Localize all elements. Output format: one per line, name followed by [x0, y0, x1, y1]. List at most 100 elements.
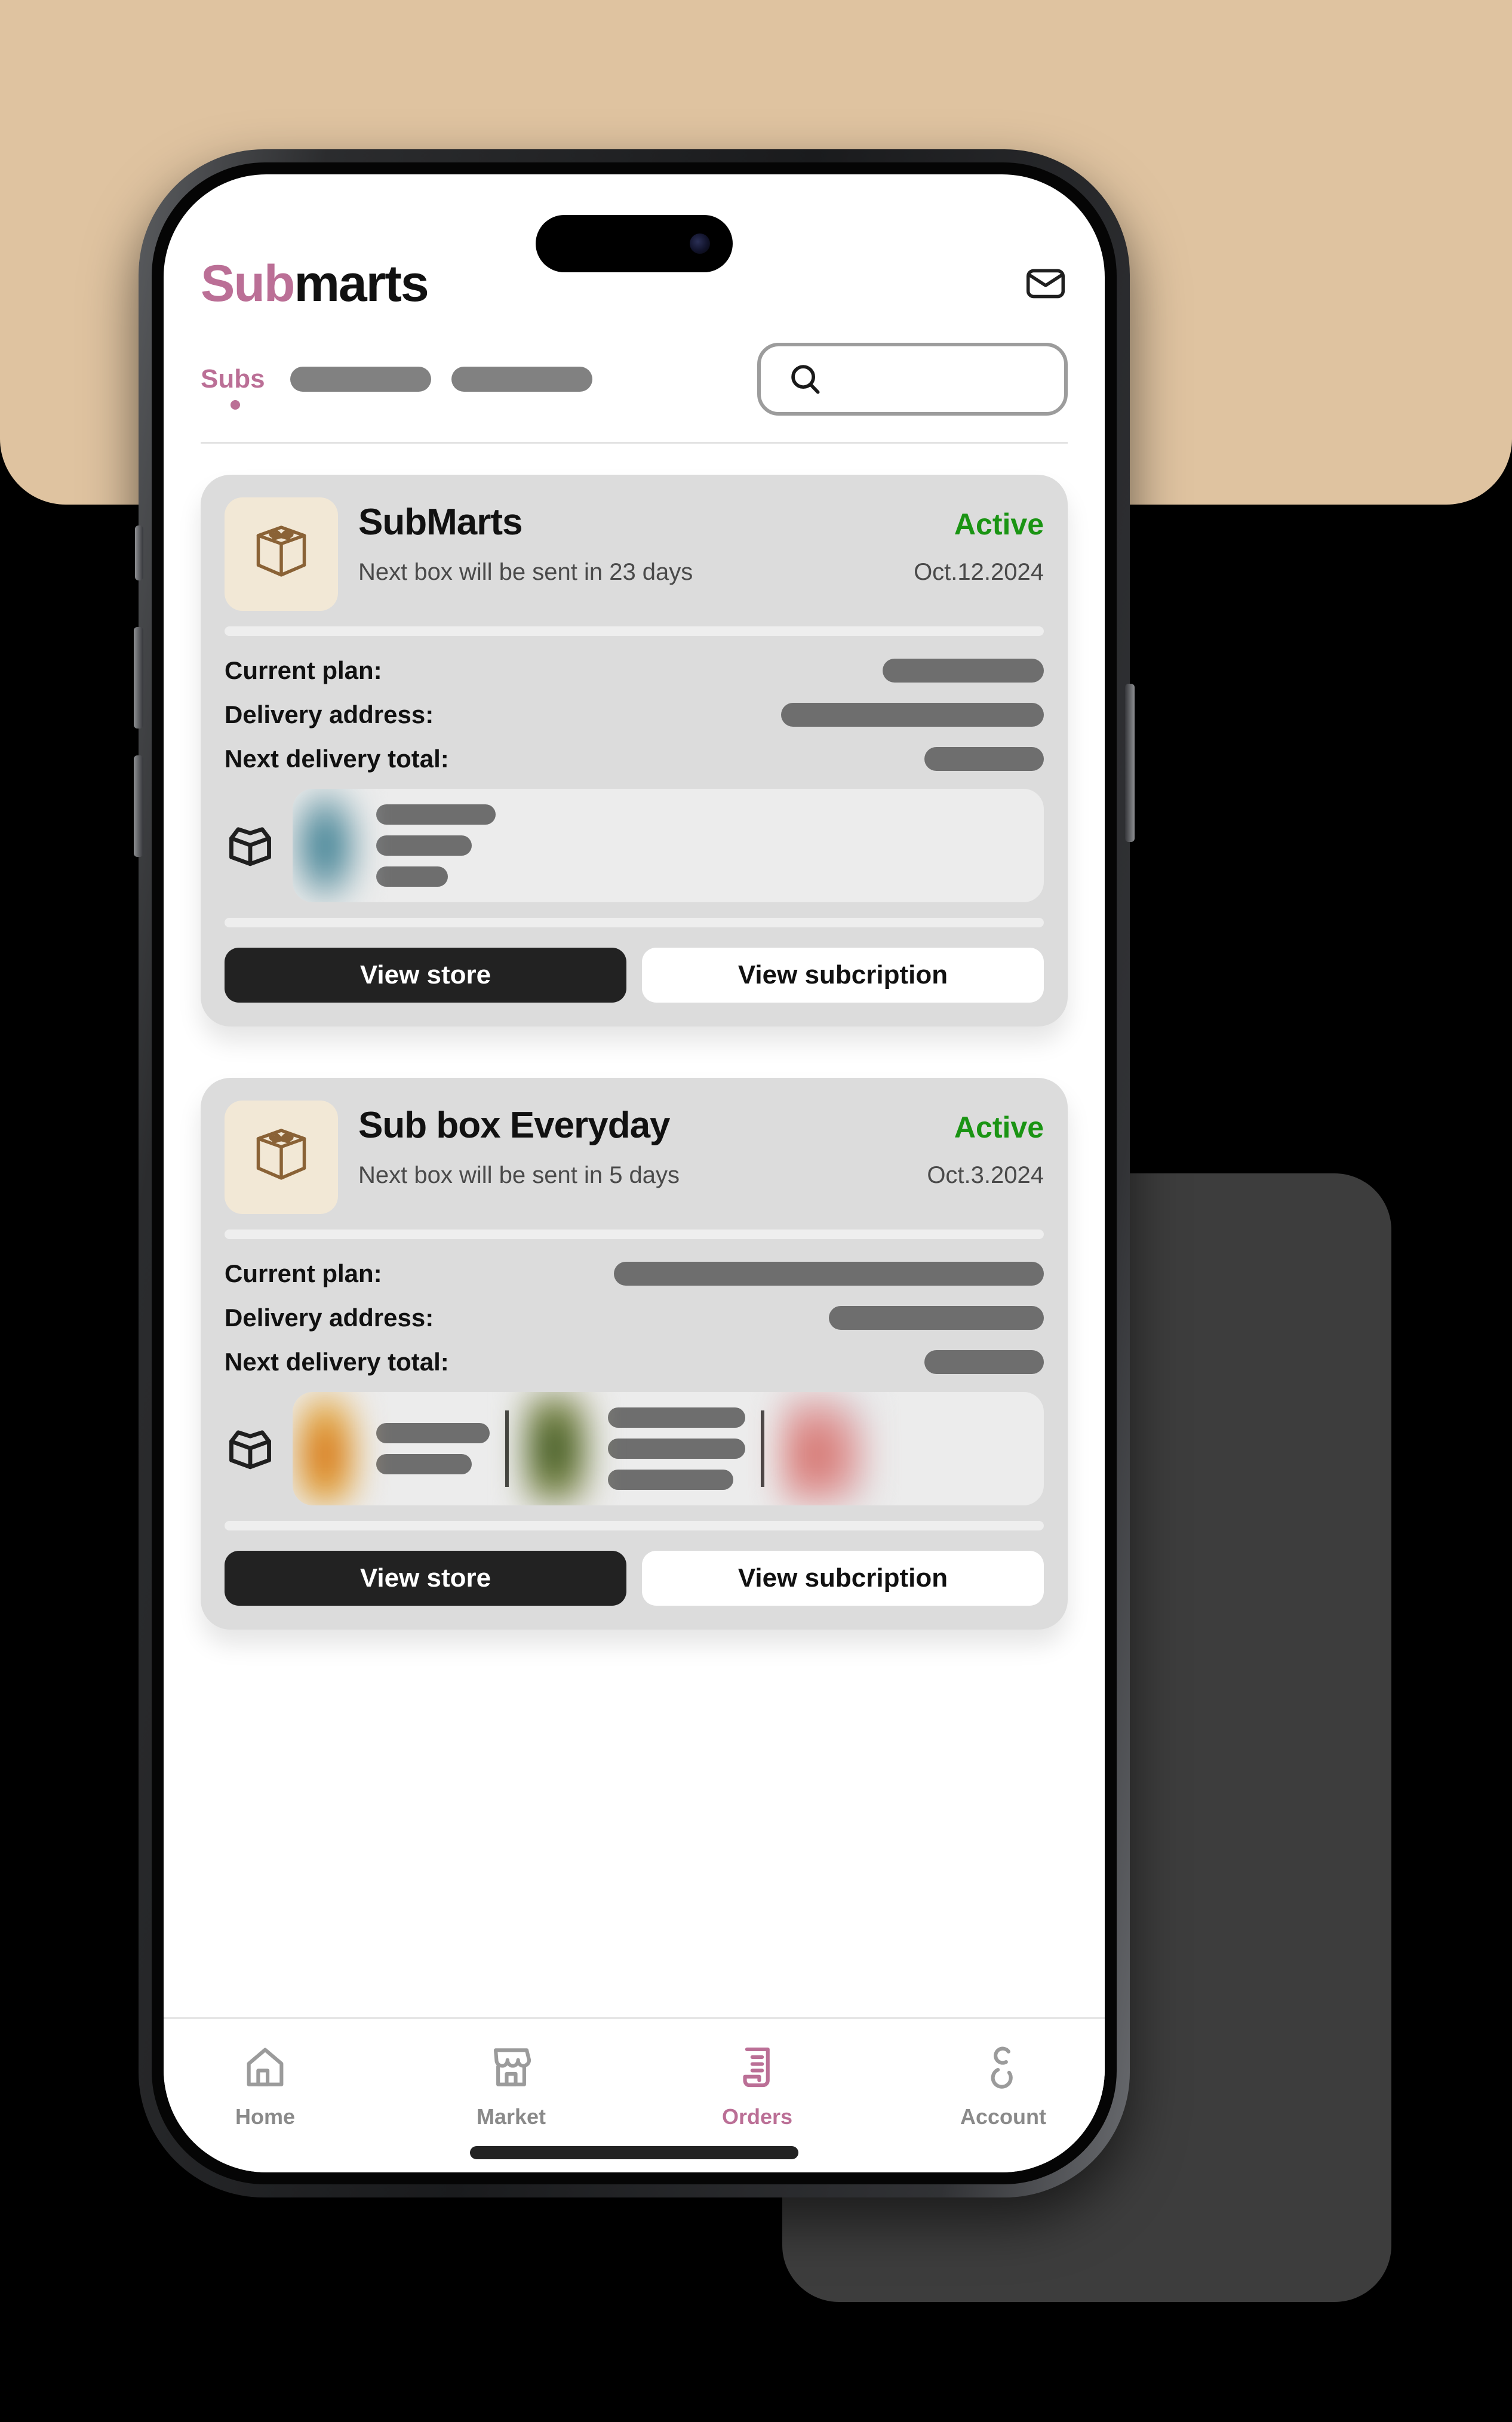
nav-item-account[interactable]: Account [944, 2043, 1063, 2129]
meta-label: Next delivery total: [225, 745, 449, 773]
product-preview-strip[interactable] [293, 789, 1044, 902]
product-preview-strip[interactable] [293, 1392, 1044, 1505]
meta-row-next-total: Next delivery total: [225, 1348, 1044, 1376]
meta-label: Delivery address: [225, 1304, 434, 1332]
status-badge: Active [954, 508, 1044, 541]
card-actions: View store View subcription [225, 948, 1044, 1003]
meta-value-placeholder [614, 1262, 1044, 1286]
nav-item-market[interactable]: Market [451, 2043, 571, 2129]
receipt-icon [733, 2043, 782, 2095]
phone-bezel: Submarts Subs SubMarts Active Next box w… [152, 162, 1117, 2184]
subscription-list[interactable]: SubMarts Active Next box will be sent in… [164, 444, 1105, 2017]
envelope-icon[interactable] [1024, 262, 1068, 306]
open-box-icon [225, 820, 276, 871]
items-row [225, 1392, 1044, 1505]
subscription-card[interactable]: Sub box Everyday Active Next box will be… [201, 1078, 1068, 1630]
view-subscription-button[interactable]: View subcription [642, 1551, 1044, 1606]
meta-value-placeholder [924, 747, 1044, 771]
volume-up-button[interactable] [134, 627, 143, 729]
card-divider-bottom [225, 918, 1044, 927]
next-box-text: Next box will be sent in 23 days [358, 559, 693, 585]
meta-value-placeholder [883, 659, 1044, 683]
meta-label: Delivery address: [225, 700, 434, 729]
product-separator [505, 1410, 509, 1487]
brand-suffix: marts [294, 255, 429, 312]
card-actions: View store View subcription [225, 1551, 1044, 1606]
tab-subs[interactable]: Subs [201, 364, 270, 410]
card-title-row: Sub box Everyday Active [358, 1104, 1044, 1147]
card-sub-row: Next box will be sent in 5 days Oct.3.20… [358, 1162, 1044, 1189]
tab-bar: Subs [201, 343, 1068, 416]
tab-placeholder-1[interactable] [290, 367, 431, 392]
phone-screen: Submarts Subs SubMarts Active Next box w… [164, 174, 1105, 2172]
meta-value-placeholder [924, 1350, 1044, 1374]
home-indicator[interactable] [164, 2129, 1105, 2172]
product-item[interactable] [293, 1392, 490, 1505]
tab-active-indicator [230, 400, 240, 410]
view-store-button[interactable]: View store [225, 1551, 626, 1606]
phone-device-frame: Submarts Subs SubMarts Active Next box w… [134, 149, 1135, 2197]
tab-subs-label: Subs [201, 364, 265, 394]
next-delivery-date: Oct.3.2024 [927, 1162, 1044, 1188]
nav-label: Orders [721, 2104, 793, 2129]
volume-down-button[interactable] [134, 755, 143, 857]
meta-row-current-plan: Current plan: [225, 656, 1044, 685]
gift-box-icon [225, 497, 338, 611]
app-logo: Submarts [201, 255, 429, 312]
meta-label: Next delivery total: [225, 1348, 449, 1376]
silent-switch-button[interactable] [135, 525, 143, 580]
status-badge: Active [954, 1111, 1044, 1144]
subscription-title: Sub box Everyday [358, 1105, 671, 1146]
meta-row-delivery-address: Delivery address: [225, 1304, 1044, 1332]
search-input[interactable] [757, 343, 1068, 416]
product-thumbnail [293, 1392, 358, 1505]
card-sub-row: Next box will be sent in 23 days Oct.12.… [358, 559, 1044, 586]
nav-item-home[interactable]: Home [205, 2043, 325, 2129]
search-icon [787, 361, 824, 398]
product-thumbnail [524, 1392, 590, 1505]
card-divider-bottom [225, 1521, 1044, 1530]
product-item[interactable] [780, 1392, 869, 1505]
product-thumbnail [780, 1392, 869, 1505]
front-camera-icon [690, 233, 710, 254]
open-box-icon [225, 1423, 276, 1474]
card-header: Sub box Everyday Active Next box will be… [225, 1101, 1044, 1214]
power-button[interactable] [1125, 684, 1135, 842]
meta-value-placeholder [829, 1306, 1044, 1330]
product-thumbnail [293, 789, 358, 902]
nav-label: Home [235, 2104, 296, 2129]
subscription-card[interactable]: SubMarts Active Next box will be sent in… [201, 475, 1068, 1026]
nav-label: Market [476, 2104, 546, 2129]
product-text-placeholder [376, 804, 496, 887]
view-store-button[interactable]: View store [225, 948, 626, 1003]
store-icon [487, 2043, 536, 2095]
product-text-placeholder [608, 1407, 745, 1490]
tab-placeholder-2[interactable] [451, 367, 592, 392]
nav-label: Account [960, 2104, 1046, 2129]
brand-prefix: Sub [201, 255, 295, 312]
card-header: SubMarts Active Next box will be sent in… [225, 497, 1044, 611]
meta-row-delivery-address: Delivery address: [225, 700, 1044, 729]
product-item[interactable] [293, 789, 496, 902]
product-item[interactable] [524, 1392, 745, 1505]
nav-item-orders[interactable]: Orders [697, 2043, 817, 2129]
meta-row-current-plan: Current plan: [225, 1259, 1044, 1288]
card-title-row: SubMarts Active [358, 501, 1044, 543]
view-subscription-button[interactable]: View subcription [642, 948, 1044, 1003]
card-divider [225, 1230, 1044, 1239]
card-head-text: Sub box Everyday Active Next box will be… [358, 1101, 1044, 1189]
next-box-text: Next box will be sent in 5 days [358, 1162, 680, 1188]
card-divider [225, 626, 1044, 636]
subscription-title: SubMarts [358, 502, 523, 543]
bottom-navigation: Home Market Orders Account [164, 2017, 1105, 2129]
home-icon [241, 2043, 290, 2095]
product-separator [761, 1410, 764, 1487]
meta-label: Current plan: [225, 1259, 382, 1287]
meta-row-next-total: Next delivery total: [225, 745, 1044, 773]
items-row [225, 789, 1044, 902]
next-delivery-date: Oct.12.2024 [914, 559, 1044, 585]
dynamic-island [536, 215, 733, 272]
meta-label: Current plan: [225, 656, 382, 684]
home-indicator-bar [470, 2146, 798, 2159]
meta-value-placeholder [781, 703, 1044, 727]
